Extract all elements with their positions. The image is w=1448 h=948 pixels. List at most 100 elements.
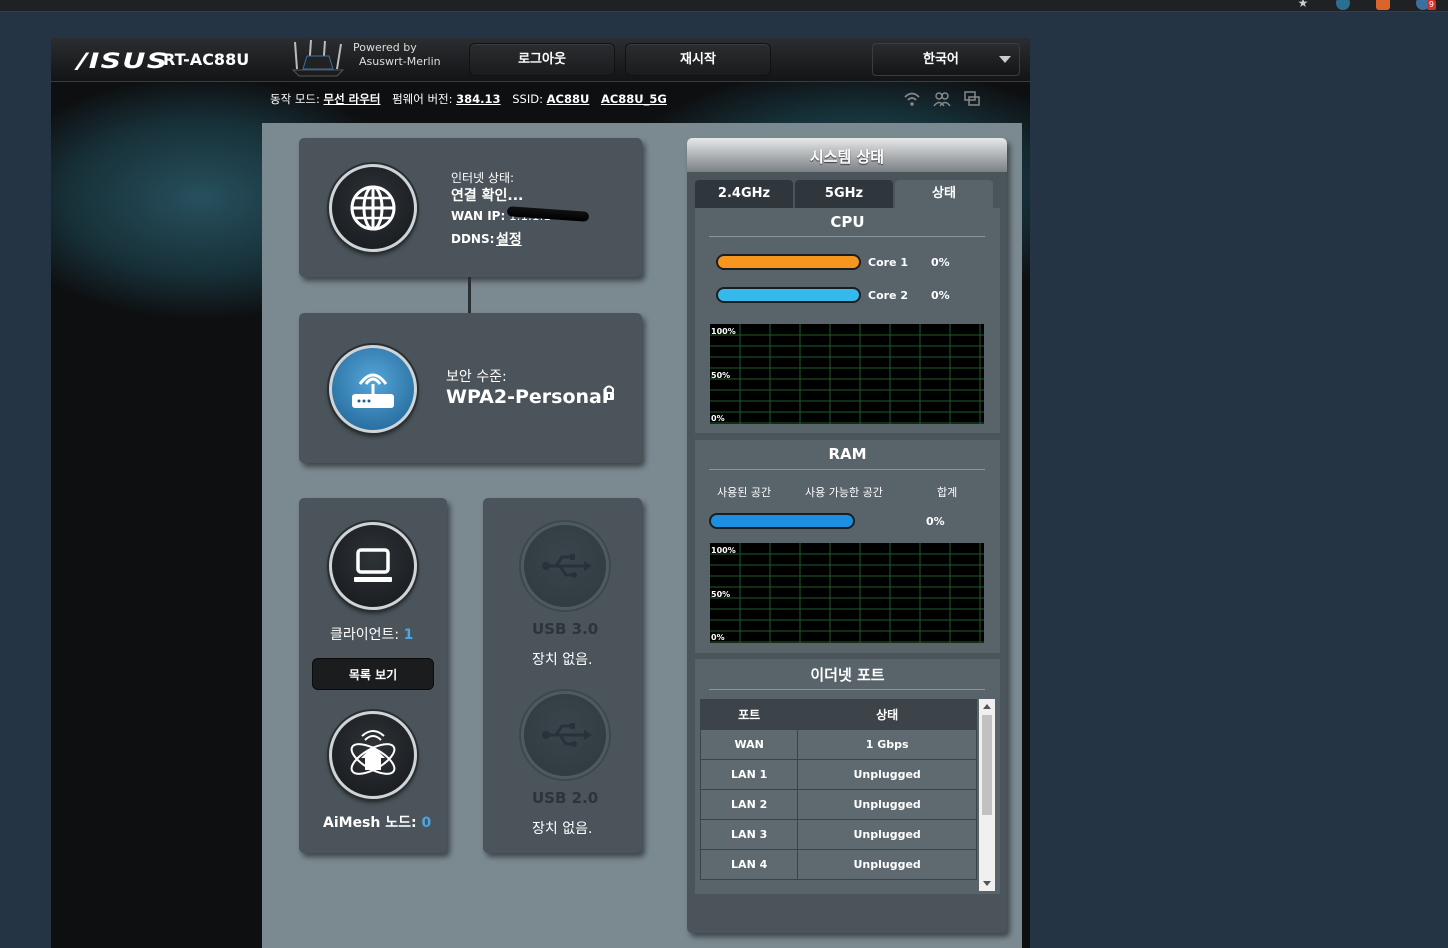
model-name: RT-AC88U [163, 50, 250, 69]
security-value: WPA2-Personal [446, 386, 609, 408]
table-row: LAN 2 Unplugged [699, 789, 977, 820]
ethernet-ports-table: 포트 상태 WAN 1 Gbps LAN 1 Unplugged LAN 2 Unplug… [699, 699, 977, 880]
usb3-status: 장치 없음. [532, 652, 593, 668]
view-list-button[interactable]: 목록 보기 [312, 658, 434, 690]
scrollbar-thumb[interactable] [982, 715, 992, 815]
port-status: Unplugged [797, 759, 977, 790]
ram-graph: 100% 50% 0% [710, 543, 984, 643]
router-image-icon [291, 39, 345, 77]
ssid-label: SSID: [512, 92, 543, 106]
extension-badge-icon[interactable]: 9 [1416, 0, 1436, 10]
graph-label-50: 50% [711, 371, 731, 380]
core-label: Core 2 [868, 289, 908, 302]
users-icon[interactable] [933, 90, 951, 108]
port-name: WAN [699, 729, 799, 760]
table-row: LAN 3 Unplugged [699, 819, 977, 850]
core-2-bar [716, 287, 861, 303]
port-status: 1 Gbps [797, 729, 977, 760]
mode-link[interactable]: 무선 라우터 [324, 92, 381, 106]
internet-status-value: 연결 확인... [451, 188, 524, 204]
main-panel: 인터넷 상태: 연결 확인... WAN IP: 1.1.1.1 DDNS: 설… [262, 123, 1022, 948]
copy-windows-icon[interactable] [963, 90, 981, 108]
firmware-link[interactable]: 384.13 [456, 92, 500, 106]
aimesh-label: AiMesh 노드: [323, 815, 417, 831]
chevron-down-icon [999, 56, 1011, 63]
ssid-link-5g[interactable]: AC88U_5G [601, 92, 667, 106]
extension-icon[interactable] [1336, 0, 1350, 10]
extension-icon[interactable] [1376, 0, 1390, 10]
ethernet-title: 이더넷 포트 [810, 666, 885, 684]
globe-icon[interactable] [329, 164, 417, 252]
tab-2[interactable]: 상태 [895, 180, 993, 208]
cpu-grid [710, 324, 984, 424]
language-value: 한국어 [923, 52, 959, 67]
router-icon[interactable] [329, 345, 417, 433]
port-status: Unplugged [797, 819, 977, 850]
tab-1[interactable]: 5GHz [795, 180, 893, 208]
reboot-button[interactable]: 재시작 [625, 43, 771, 76]
table-scrollbar[interactable] [979, 699, 995, 891]
computer-icon[interactable] [329, 522, 417, 610]
language-select[interactable]: 한국어 [872, 43, 1020, 76]
lock-icon [604, 385, 614, 400]
ram-section: RAM 사용된 공간 사용 가능한 공간 합계 0% 100% 50% 0% [695, 440, 1000, 653]
ethernet-section: 이더넷 포트 포트 상태 WAN 1 Gbps LAN 1 Unplugged LAN … [695, 659, 1000, 894]
usb-icon[interactable] [521, 522, 609, 610]
ram-percent: 0% [926, 515, 945, 528]
column-header-status: 상태 [797, 699, 977, 730]
column-header-port: 포트 [699, 699, 799, 730]
port-name: LAN 2 [699, 789, 799, 820]
mode-label: 동작 모드: [270, 92, 320, 106]
ram-total-label: 합계 [937, 486, 958, 499]
ram-usage-bar [709, 513, 855, 529]
system-status-panel: 시스템 상태 2.4GHz 5GHz 상태 CPU Core 1 0% Core 2 0%… [687, 138, 1007, 933]
logout-button[interactable]: 로그아웃 [469, 43, 615, 76]
browser-toolbar: ★ 9 [0, 0, 1448, 12]
top-bar: /ISUS RT-AC88U Powered by Asuswrt-Merlin… [51, 38, 1030, 82]
usb-icon[interactable] [521, 691, 609, 779]
ram-grid [710, 543, 984, 643]
bookmark-star-icon[interactable]: ★ [1296, 0, 1310, 10]
usb-card: USB 3.0 장치 없음. USB 2.0 장치 없음. [483, 498, 642, 853]
status-info-line: 동작 모드: 무선 라우터 펌웨어 버전: 384.13 SSID: AC88U… [270, 91, 667, 107]
ssid-link-24[interactable]: AC88U [547, 92, 590, 106]
cpu-section: CPU Core 1 0% Core 2 0% 100% 50% 0% [695, 208, 1000, 433]
internet-status-label: 인터넷 상태: [451, 171, 515, 185]
system-status-title: 시스템 상태 [687, 138, 1007, 172]
graph-label-100: 100% [711, 546, 736, 555]
router-page: /ISUS RT-AC88U Powered by Asuswrt-Merlin… [51, 38, 1030, 948]
internet-status-card[interactable]: 인터넷 상태: 연결 확인... WAN IP: 1.1.1.1 DDNS: 설… [299, 138, 642, 277]
clients-count: 1 [403, 627, 414, 643]
aimesh-count: 0 [421, 815, 432, 831]
usb2-title: USB 2.0 [532, 789, 599, 807]
port-status: Unplugged [797, 849, 977, 880]
powered-by-label: Powered by [353, 41, 417, 54]
graph-label-50: 50% [711, 590, 731, 599]
ddns-link[interactable]: 설정 [496, 229, 522, 249]
graph-label-0: 0% [711, 633, 725, 642]
scroll-up-arrow-icon[interactable] [983, 704, 991, 709]
graph-label-0: 0% [711, 414, 725, 423]
clients-card[interactable]: 클라이언트: 1 목록 보기 AiMesh 노드: 0 [299, 498, 447, 853]
wireless-card[interactable]: 보안 수준: WPA2-Personal [299, 313, 642, 463]
table-row: LAN 1 Unplugged [699, 759, 977, 790]
usb2-status: 장치 없음. [532, 821, 593, 837]
asus-logo: /ISUS [77, 49, 169, 73]
ram-used-label: 사용된 공간 [717, 486, 772, 499]
port-name: LAN 1 [699, 759, 799, 790]
wifi-icon[interactable] [903, 90, 921, 108]
aimesh-icon[interactable] [329, 711, 417, 799]
tab-0[interactable]: 2.4GHz [695, 180, 793, 208]
core-percent: 0% [931, 256, 950, 269]
port-name: LAN 4 [699, 849, 799, 880]
core-percent: 0% [931, 289, 950, 302]
wan-ip-label: WAN IP: [451, 209, 506, 223]
cpu-graph: 100% 50% 0% [710, 324, 984, 424]
cpu-title: CPU [830, 213, 865, 231]
core-1-bar [716, 254, 861, 270]
port-name: LAN 3 [699, 819, 799, 850]
table-row: WAN 1 Gbps [699, 729, 977, 760]
ddns-label: DDNS: [451, 232, 495, 246]
security-label: 보안 수준: [446, 369, 507, 385]
scroll-down-arrow-icon[interactable] [983, 881, 991, 886]
